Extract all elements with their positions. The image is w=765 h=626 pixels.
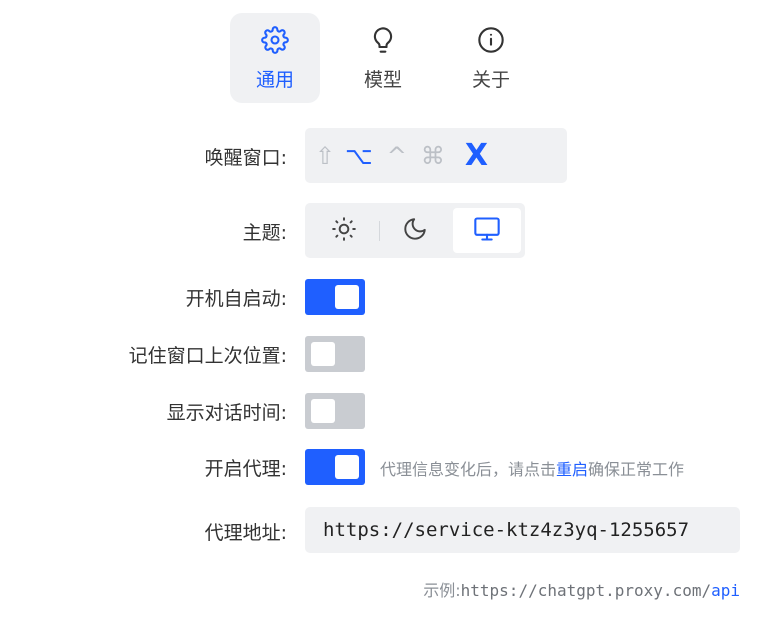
toggle-knob — [335, 455, 359, 479]
example-url: https://chatgpt.proxy.com/api — [461, 581, 740, 600]
proxy-hint: 代理信息变化后，请点击重启确保正常工作 — [380, 456, 684, 480]
autostart-toggle[interactable] — [305, 279, 365, 315]
theme-light-option[interactable] — [310, 208, 378, 253]
monitor-icon — [473, 215, 501, 247]
tab-label: 关于 — [471, 69, 510, 91]
remember-position-toggle[interactable] — [305, 336, 365, 372]
settings-window: 通用 模型 关于 唤醒窗口: ⇧ ⌥ ^ ⌘ X 主题: 开机自启动: 记住窗口… — [0, 0, 765, 626]
tab-model[interactable]: 模型 — [338, 13, 428, 103]
proxy-hint-prefix: 代理信息变化后，请点击 — [380, 460, 557, 479]
proxy-label: 开启代理: — [204, 458, 287, 480]
tab-general[interactable]: 通用 — [230, 13, 320, 103]
moon-icon — [402, 216, 428, 246]
remember-position-label: 记住窗口上次位置: — [128, 345, 287, 367]
example-url-prefix: https://chatgpt.proxy.com/ — [460, 581, 712, 600]
hotkey-field[interactable]: ⇧ ⌥ ^ ⌘ X — [305, 128, 567, 183]
tab-about[interactable]: 关于 — [446, 13, 536, 103]
theme-divider — [379, 221, 380, 241]
proxy-address-input[interactable] — [305, 507, 740, 553]
toggle-knob — [311, 342, 335, 366]
control-key: ^ — [386, 141, 407, 170]
shift-key: ⇧ — [315, 141, 336, 170]
example-label: 示例: — [423, 581, 461, 600]
show-time-label: 显示对话时间: — [166, 402, 287, 424]
theme-system-option[interactable] — [453, 208, 521, 253]
proxy-toggle[interactable] — [305, 449, 365, 485]
lightbulb-icon — [368, 25, 398, 55]
example-url-highlight: api — [711, 581, 740, 600]
theme-selector — [305, 203, 525, 258]
command-key: ⌘ — [420, 141, 445, 170]
proxy-address-label: 代理地址: — [204, 522, 287, 544]
theme-dark-option[interactable] — [381, 208, 449, 253]
option-key: ⌥ — [345, 141, 373, 170]
x-key: X — [464, 137, 489, 173]
info-icon — [476, 25, 506, 55]
tab-label: 通用 — [255, 69, 294, 91]
sun-icon — [331, 216, 357, 246]
proxy-example: 示例:https://chatgpt.proxy.com/api — [423, 577, 740, 601]
hotkey-label: 唤醒窗口: — [204, 147, 287, 169]
proxy-hint-suffix: 确保正常工作 — [588, 460, 685, 479]
gear-icon — [260, 25, 290, 55]
show-time-toggle[interactable] — [305, 393, 365, 429]
autostart-label: 开机自启动: — [185, 288, 287, 310]
tab-label: 模型 — [363, 69, 402, 91]
theme-label: 主题: — [242, 222, 287, 244]
toggle-knob — [311, 399, 335, 423]
toggle-knob — [335, 285, 359, 309]
restart-link[interactable]: 重启 — [556, 460, 588, 479]
